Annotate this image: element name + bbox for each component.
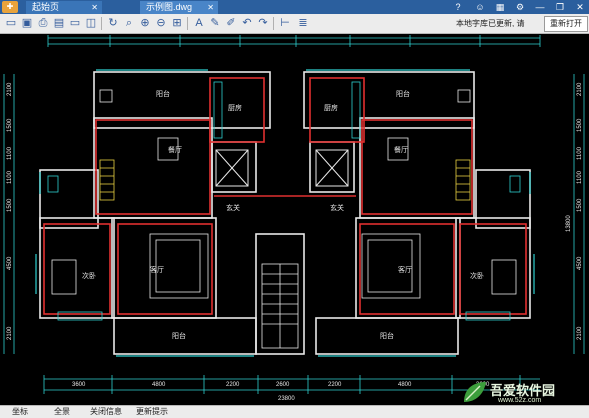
measure-icon[interactable]: ⊢ [278,16,292,30]
restore-icon[interactable]: ❐ [554,1,566,13]
room-label: 餐厅 [394,145,408,154]
dim-text: 4800 [152,382,166,388]
zoom-out-icon[interactable]: ⊖ [154,16,168,30]
dim-text: 4500 [577,256,583,270]
room-label: 玄关 [226,203,240,212]
undo-icon[interactable]: ↶ [240,16,254,30]
status-bar: 坐标 全景 关闭信息 更新提示 [0,405,589,418]
floor-plan: 阳台 阳台 厨房 厨房 餐厅 餐厅 玄关 玄关 次卧 次卧 客厅 客厅 阳台 阳… [3,35,585,402]
dimension-texts: 3600 4800 2200 2600 2200 4800 3600 23800 [72,382,490,402]
room-label: 阳台 [380,331,394,340]
site-watermark: 吾爱软件园 www.52z.com [460,378,586,408]
room-label: 玄关 [330,203,344,212]
zoom-window-icon[interactable]: ⌕ [122,16,136,30]
left-dimension-texts: 2100 1500 1100 1100 1500 4500 2100 [7,82,13,340]
room-label: 次卧 [470,271,484,280]
room-label: 客厅 [150,265,164,274]
dim-text: 2100 [577,326,583,340]
dim-text: 13800 [566,215,572,232]
gear-icon[interactable]: ⚙ [514,1,526,13]
close-icon[interactable]: ✕ [207,1,214,14]
zoom-all-icon[interactable]: ⊞ [170,16,184,30]
title-bar: ✚ 起始页 ✕ 示例图.dwg ✕ ? ☺ ▦ ⚙ — ❐ ✕ [0,0,589,15]
tab-drawing[interactable]: 示例图.dwg ✕ [140,1,218,14]
dimension-icon[interactable]: ≣ [296,16,310,30]
dim-text: 4800 [398,382,412,388]
elevators [215,149,349,187]
close-icon[interactable]: ✕ [91,1,98,14]
dim-text: 2600 [276,382,290,388]
font-update-notice: 本地字库已更新, 请 [456,19,525,28]
right-dimension-texts: 2100 1500 1100 1100 1500 13800 4500 2100 [566,82,583,340]
room-label: 次卧 [82,271,96,280]
furniture [51,89,517,299]
app-logo: ✚ [2,1,18,13]
toolbar: ▭ ▣ ⎙ ▤ ▭ ◫ ↻ ⌕ ⊕ ⊖ ⊞ A ✎ ✐ ↶ ↷ ⊢ ≣ 本地字库… [0,14,589,34]
pencil-icon[interactable]: ✐ [224,16,238,30]
dim-text: 1100 [7,170,13,184]
room-label: 阳台 [156,89,170,98]
room-label: 厨房 [324,103,338,112]
tab-home[interactable]: 起始页 ✕ [26,1,102,14]
room-label: 阳台 [172,331,186,340]
print-icon[interactable]: ⎙ [36,16,50,30]
dim-text: 2200 [226,382,240,388]
dim-text: 1100 [7,146,13,160]
tab-drawing-label: 示例图.dwg [146,2,193,12]
stairs [261,263,299,349]
room-label: 客厅 [398,265,412,274]
tab-home-label: 起始页 [32,2,60,12]
watermark-url: www.52z.com [498,397,542,404]
refresh-icon[interactable]: ↻ [106,16,120,30]
grid-icon[interactable]: ▦ [494,1,506,13]
zoom-in-icon[interactable]: ⊕ [138,16,152,30]
toolbar-separator [101,17,102,30]
reopen-button[interactable]: 重新打开 [544,16,588,32]
walls [39,71,531,355]
save-icon[interactable]: ▣ [20,16,34,30]
dim-text: 2100 [577,82,583,96]
dim-text: 1500 [7,118,13,132]
status-fullview[interactable]: 全景 [54,407,70,417]
dim-text: 1500 [7,198,13,212]
screen-icon[interactable]: ▭ [68,16,82,30]
room-label: 厨房 [228,103,242,112]
dim-text: 1100 [577,146,583,160]
room-label: 阳台 [396,89,410,98]
dim-text: 4500 [7,256,13,270]
leaf-logo-icon [464,382,486,402]
dim-text: 1500 [577,198,583,212]
drawing-canvas[interactable]: 阳台 阳台 厨房 厨房 餐厅 餐厅 玄关 玄关 次卧 次卧 客厅 客厅 阳台 阳… [0,34,589,405]
dim-total: 23800 [278,396,295,402]
help-icon[interactable]: ? [452,1,464,13]
interior-walls [43,77,527,315]
status-close-info[interactable]: 关闭信息 [90,407,122,417]
bookmark-icon[interactable]: ▤ [52,16,66,30]
dimension-lines [3,37,585,391]
dim-text: 2100 [7,82,13,96]
text-icon[interactable]: A [192,16,206,30]
minimize-icon[interactable]: — [534,1,546,13]
status-coordinates[interactable]: 坐标 [12,407,28,417]
toolbar-separator [187,17,188,30]
dim-text: 2100 [7,326,13,340]
dim-text: 1500 [577,118,583,132]
layers-icon[interactable]: ◫ [84,16,98,30]
folder-icon[interactable]: ▭ [4,16,18,30]
dim-text: 3600 [72,382,86,388]
room-label: 餐厅 [168,145,182,154]
dim-text: 1100 [577,170,583,184]
toolbar-separator [273,17,274,30]
status-update-tips[interactable]: 更新提示 [136,407,168,417]
dim-text: 2200 [328,382,342,388]
close-icon[interactable]: ✕ [574,1,586,13]
side-stairs [99,159,471,201]
user-icon[interactable]: ☺ [474,1,486,13]
redo-icon[interactable]: ↷ [256,16,270,30]
pen-icon[interactable]: ✎ [208,16,222,30]
